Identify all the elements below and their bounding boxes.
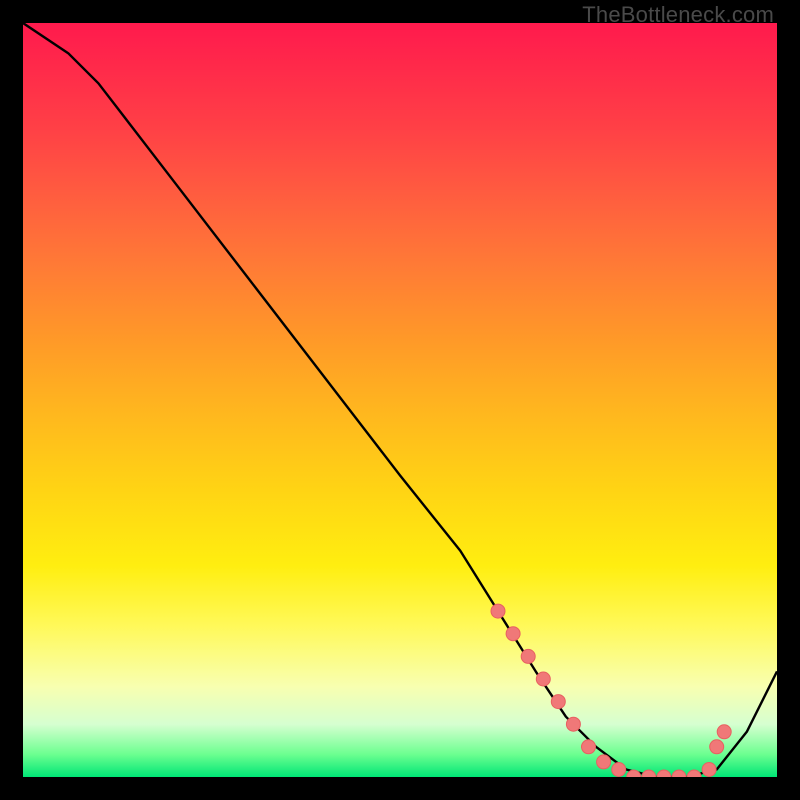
valley-marker <box>672 770 686 777</box>
watermark-text: TheBottleneck.com <box>582 2 774 28</box>
chart-svg <box>23 23 777 777</box>
bottleneck-curve <box>23 23 777 777</box>
valley-marker <box>642 770 656 777</box>
valley-marker <box>582 740 596 754</box>
valley-marker <box>657 770 671 777</box>
valley-marker <box>506 627 520 641</box>
plot-area <box>23 23 777 777</box>
valley-marker <box>551 695 565 709</box>
valley-marker <box>566 717 580 731</box>
valley-marker <box>612 763 626 777</box>
marker-layer <box>491 604 731 777</box>
chart-frame: TheBottleneck.com <box>0 0 800 800</box>
valley-marker <box>491 604 505 618</box>
curve-layer <box>23 23 777 777</box>
valley-marker <box>521 649 535 663</box>
valley-marker <box>536 672 550 686</box>
valley-marker <box>717 725 731 739</box>
valley-marker <box>687 770 701 777</box>
valley-marker <box>702 763 716 777</box>
valley-marker <box>597 755 611 769</box>
valley-marker <box>710 740 724 754</box>
